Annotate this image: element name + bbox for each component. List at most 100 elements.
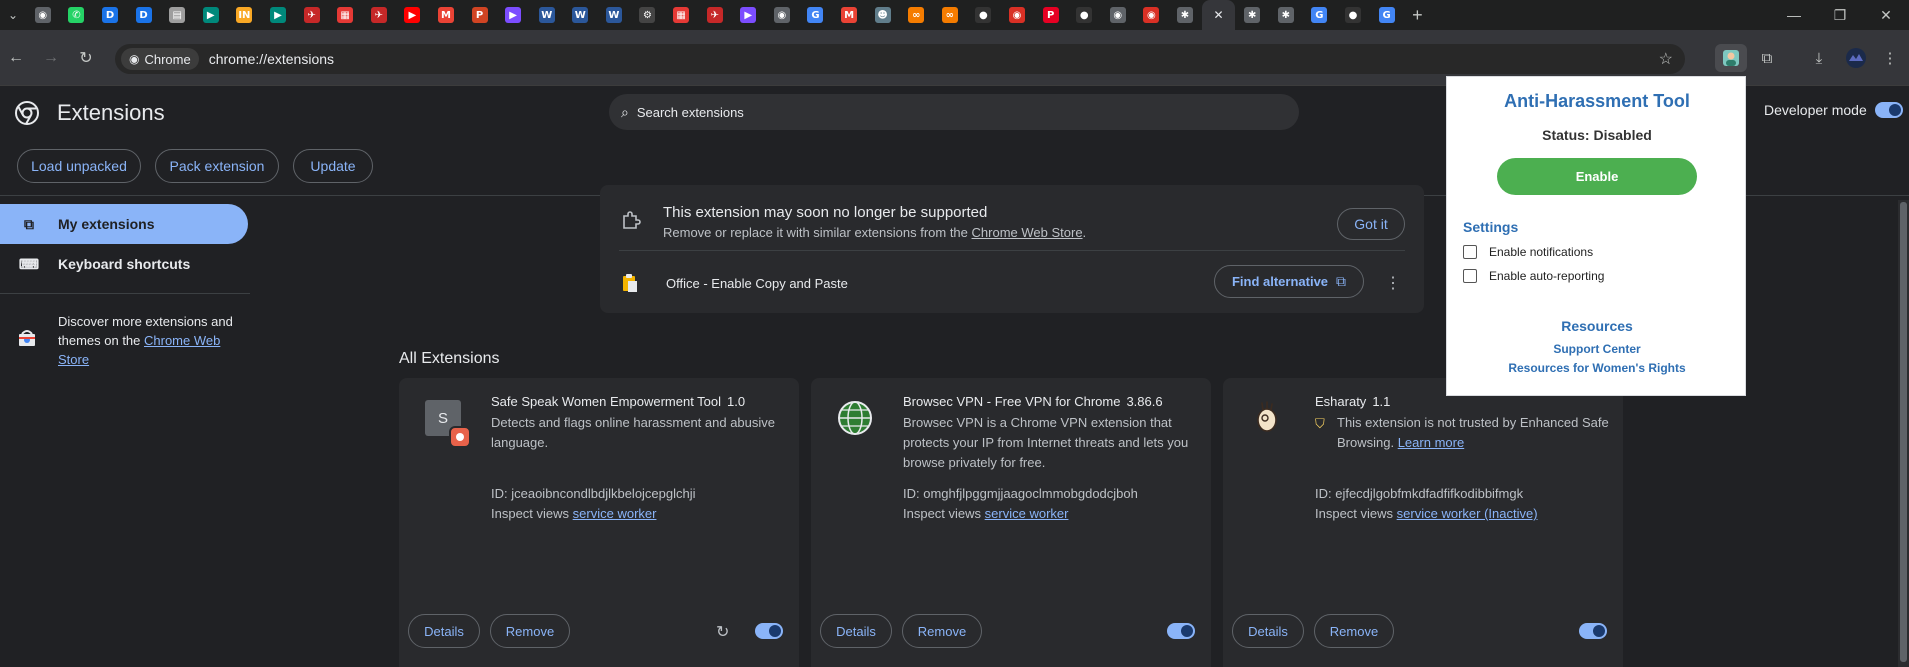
enable-auto-reporting-row[interactable]: Enable auto-reporting (1463, 269, 1733, 283)
browser-tab[interactable]: M (832, 0, 866, 30)
browser-tab[interactable]: D (127, 0, 161, 30)
details-button[interactable]: Details (1232, 614, 1304, 648)
support-center-link[interactable]: Support Center (1447, 342, 1747, 356)
remove-button[interactable]: Remove (1314, 614, 1394, 648)
new-tab-button[interactable]: + (1403, 0, 1431, 30)
url-text[interactable]: chrome://extensions (209, 51, 334, 67)
browser-tab[interactable]: ✈ (295, 0, 329, 30)
browser-tab[interactable]: ● (1336, 0, 1370, 30)
profile-avatar[interactable] (1842, 44, 1870, 72)
page-scrollbar[interactable] (1898, 200, 1909, 667)
browser-tab[interactable]: P (463, 0, 497, 30)
minimize-button[interactable]: — (1771, 0, 1817, 30)
browser-tab[interactable]: W (564, 0, 598, 30)
browser-tab[interactable]: W (530, 0, 564, 30)
whatsapp-icon: ✆ (68, 7, 85, 23)
browser-tab[interactable]: ▦ (328, 0, 362, 30)
browser-tab[interactable]: ✕ (1201, 0, 1236, 30)
browser-tab[interactable]: G (1303, 0, 1337, 30)
browser-tab[interactable]: ✆ (60, 0, 94, 30)
anti-harassment-popup: Anti-Harassment Tool Status: Disabled En… (1446, 76, 1746, 396)
load-unpacked-button[interactable]: Load unpacked (17, 149, 141, 183)
browser-tab[interactable]: ✈ (362, 0, 396, 30)
sidebar-item-keyboard-shortcuts[interactable]: ⌨ Keyboard shortcuts (0, 244, 248, 284)
browser-tab[interactable]: ● (1067, 0, 1101, 30)
tab-search-button[interactable]: ⌄ (0, 0, 26, 30)
service-worker-link[interactable]: service worker (Inactive) (1397, 506, 1538, 521)
unsupported-extension-notice: This extension may soon no longer be sup… (600, 185, 1424, 313)
browser-tab[interactable]: ✈ (698, 0, 732, 30)
extension-enable-toggle[interactable] (755, 623, 783, 639)
learn-more-link[interactable]: Learn more (1398, 435, 1464, 450)
browser-tab[interactable]: M (429, 0, 463, 30)
details-button[interactable]: Details (820, 614, 892, 648)
notice-web-store-link[interactable]: Chrome Web Store (972, 225, 1083, 240)
remove-button[interactable]: Remove (902, 614, 982, 648)
notifications-checkbox[interactable] (1463, 245, 1477, 259)
address-bar[interactable]: ◉ Chrome chrome://extensions ☆ (115, 44, 1685, 74)
browser-tab[interactable]: ● (967, 0, 1001, 30)
browser-tab[interactable]: P (1034, 0, 1068, 30)
browser-tab[interactable]: IN (228, 0, 262, 30)
service-worker-link[interactable]: service worker (573, 506, 657, 521)
extension-enable-toggle[interactable] (1579, 623, 1607, 639)
keyboard-icon: ⌨ (18, 255, 40, 272)
remove-button[interactable]: Remove (490, 614, 570, 648)
browser-tab[interactable]: ▶ (261, 0, 295, 30)
developer-mode-toggle[interactable] (1875, 102, 1903, 118)
back-button[interactable]: ← (2, 30, 30, 86)
anti-harassment-extension-icon[interactable] (1715, 44, 1747, 72)
restore-button[interactable]: ❐ (1817, 0, 1863, 30)
browser-tab[interactable]: ☻ (866, 0, 900, 30)
pack-extension-button[interactable]: Pack extension (155, 149, 279, 183)
details-button[interactable]: Details (408, 614, 480, 648)
extension-enable-toggle[interactable] (1167, 623, 1195, 639)
forward-button[interactable]: → (37, 30, 65, 86)
browser-tab[interactable]: G (1370, 0, 1404, 30)
browser-tab[interactable]: G (799, 0, 833, 30)
downloads-icon[interactable]: ⤓ (1805, 44, 1833, 72)
got-it-button[interactable]: Got it (1337, 208, 1405, 240)
site-info-chip[interactable]: ◉ Chrome (121, 48, 199, 70)
globe-icon (838, 401, 872, 435)
scrollbar-thumb[interactable] (1900, 202, 1907, 662)
womens-rights-link[interactable]: Resources for Women's Rights (1447, 361, 1747, 375)
browser-tab[interactable]: ◉ (765, 0, 799, 30)
reload-button[interactable]: ↻ (72, 30, 100, 86)
version-text: 1.1 (1372, 394, 1391, 409)
find-alternative-button[interactable]: Find alternative ⧉ (1214, 265, 1364, 298)
search-extensions-input[interactable]: ⌕ Search extensions (609, 94, 1299, 130)
browser-tab[interactable]: ✱ (1168, 0, 1202, 30)
more-menu-icon[interactable]: ⋮ (1876, 44, 1904, 72)
browser-tab[interactable]: ◉ (1000, 0, 1034, 30)
browser-tab[interactable]: ∞ (933, 0, 967, 30)
browser-tab[interactable]: D (93, 0, 127, 30)
browser-tab[interactable]: ◉ (26, 0, 60, 30)
browser-tab[interactable]: ✱ (1269, 0, 1303, 30)
more-actions-icon[interactable]: ⋮ (1385, 273, 1401, 293)
update-button[interactable]: Update (293, 149, 373, 183)
browser-tab[interactable]: ▶ (194, 0, 228, 30)
browser-tab[interactable]: ◉ (1101, 0, 1135, 30)
browser-tab[interactable]: ▤ (160, 0, 194, 30)
browser-tab[interactable]: ▶ (731, 0, 765, 30)
service-worker-link[interactable]: service worker (985, 506, 1069, 521)
inspect-views: Inspect views service worker (Inactive) (1315, 506, 1538, 521)
bookmark-star-icon[interactable]: ☆ (1659, 49, 1673, 69)
browser-tab[interactable]: ◉ (1135, 0, 1169, 30)
browser-tab[interactable]: ▶ (396, 0, 430, 30)
reload-extension-icon[interactable]: ↻ (716, 622, 729, 642)
browser-tab[interactable]: ∞ (899, 0, 933, 30)
close-window-button[interactable]: ✕ (1863, 0, 1909, 30)
browser-tab[interactable]: ▦ (664, 0, 698, 30)
browser-tab[interactable]: ⚙ (631, 0, 665, 30)
browser-tab[interactable]: ▶ (496, 0, 530, 30)
developer-mode-label: Developer mode (1764, 102, 1867, 118)
extensions-puzzle-icon[interactable]: ⧉ (1753, 44, 1781, 72)
sidebar-item-my-extensions[interactable]: ⧉ My extensions (0, 204, 248, 244)
auto-reporting-checkbox[interactable] (1463, 269, 1477, 283)
browser-tab[interactable]: W (597, 0, 631, 30)
enable-button[interactable]: Enable (1497, 158, 1697, 195)
browser-tab[interactable]: ✱ (1235, 0, 1269, 30)
enable-notifications-row[interactable]: Enable notifications (1463, 245, 1733, 259)
